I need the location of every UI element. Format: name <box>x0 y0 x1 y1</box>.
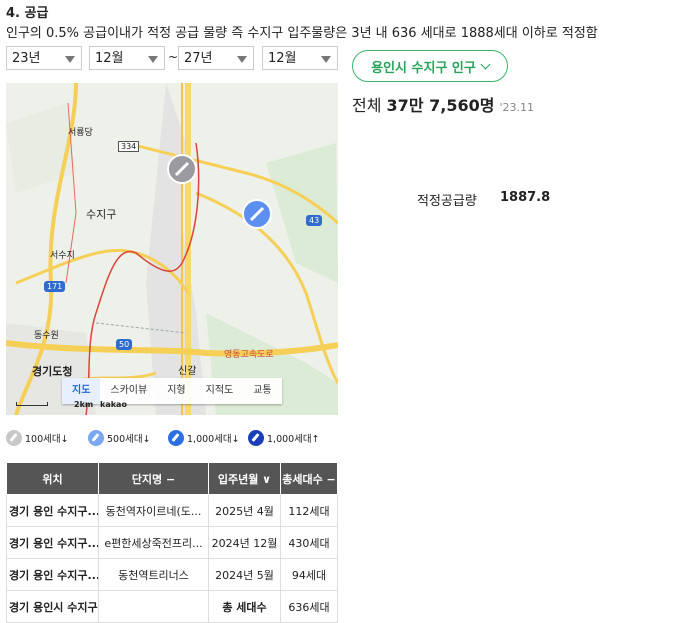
map-tab-cadastral[interactable]: 지적도 <box>196 378 244 404</box>
region-button-label: 용인시 수지구 인구 <box>371 60 476 76</box>
table-cell: 112세대 <box>280 494 338 527</box>
map-place-label: 서수지 <box>50 251 75 261</box>
chevron-down-icon <box>65 56 75 63</box>
population-summary: 전체 37만 7,560명 '23.11 <box>352 92 534 116</box>
end-month-value: 12월 <box>268 51 297 66</box>
table-cell: 총 세대수 <box>208 590 281 623</box>
map-place-label: 경기도청 <box>32 365 73 378</box>
range-separator: ~ <box>168 50 179 64</box>
pin-icon <box>6 430 22 446</box>
chevron-down-icon <box>237 56 247 63</box>
map-logo: kakao <box>100 400 127 409</box>
start-year-select[interactable]: 23년 <box>6 46 82 70</box>
table-cell: 94세대 <box>280 558 338 591</box>
legend-label: 1,000세대↑ <box>267 434 320 445</box>
map-place-label: 수지구 <box>86 208 117 221</box>
population-date: '23.11 <box>499 101 535 114</box>
supply-table: 위치 단지명 − 입주년월 ∨ 총세대수 − 경기 용인 수지구... 동천역자… <box>6 462 338 623</box>
table-cell: 경기 용인시 수지구 <box>6 590 99 623</box>
column-header-households[interactable]: 총세대수 − <box>280 462 338 495</box>
table-cell: 2025년 4월 <box>208 494 281 527</box>
map-place-label: 동수원 <box>34 331 59 341</box>
column-header-location[interactable]: 위치 <box>6 462 99 495</box>
population-prefix: 전체 <box>352 96 382 115</box>
map-scale-bar <box>16 402 48 406</box>
population-value: 37만 7,560명 <box>386 96 495 115</box>
end-month-select[interactable]: 12월 <box>262 46 338 70</box>
table-cell: 2024년 5월 <box>208 558 281 591</box>
pin-icon <box>168 430 184 446</box>
legend-label: 500세대↓ <box>107 434 151 445</box>
map-tab-traffic[interactable]: 교통 <box>243 378 281 404</box>
table-row[interactable]: 경기 용인 수지구... 동천역트리너스 2024년 5월 94세대 <box>6 558 338 591</box>
section-description: 인구의 0.5% 공급이내가 적정 공급 물량 즉 수지구 입주물량은 3년 내… <box>6 26 598 41</box>
start-month-value: 12월 <box>95 51 124 66</box>
table-cell: 경기 용인 수지구... <box>6 526 99 559</box>
chevron-down-icon <box>148 56 158 63</box>
map-scale-label: 2km <box>74 400 94 409</box>
region-population-button[interactable]: 용인시 수지구 인구 <box>352 50 508 82</box>
table-cell: 동천역자이르네(도... <box>98 494 209 527</box>
legend-label: 1,000세대↓ <box>187 434 240 445</box>
table-cell: 경기 용인 수지구... <box>6 494 99 527</box>
map-type-tabs: 지도 스카이뷰 지형 지적도 교통 <box>62 378 282 404</box>
table-cell: 동천역트리너스 <box>98 558 209 591</box>
legend-item: 500세대↓ <box>88 428 151 448</box>
pin-icon <box>248 430 264 446</box>
map-place-label: 신갈 <box>178 366 197 377</box>
route-shield: 171 <box>44 281 66 292</box>
table-cell: 경기 용인 수지구... <box>6 558 99 591</box>
route-shield: 50 <box>116 339 133 350</box>
map-view[interactable]: 서룡당 수지구 서수지 동수원 경기도청 신갈 영동고속도로 334 43 17… <box>6 83 338 415</box>
map-tab-terrain[interactable]: 지형 <box>157 378 195 404</box>
table-cell: e편한세상죽전프리... <box>98 526 209 559</box>
supply-value: 1887.8 <box>500 190 551 205</box>
pin-icon <box>88 430 104 446</box>
table-row[interactable]: 경기 용인 수지구... 동천역자이르네(도... 2025년 4월 112세대 <box>6 494 338 527</box>
end-year-select[interactable]: 27년 <box>178 46 254 70</box>
table-row[interactable]: 경기 용인 수지구... e편한세상죽전프리... 2024년 12월 430세… <box>6 526 338 559</box>
start-year-value: 23년 <box>12 51 41 66</box>
section-heading: 4. 공급 <box>6 6 49 21</box>
table-cell: 2024년 12월 <box>208 526 281 559</box>
table-total-row: 경기 용인시 수지구 총 세대수 636세대 <box>6 590 338 623</box>
column-header-move-in[interactable]: 입주년월 ∨ <box>208 462 281 495</box>
legend-item: 1,000세대↑ <box>248 428 320 448</box>
end-year-value: 27년 <box>184 51 213 66</box>
legend-label: 100세대↓ <box>25 434 69 445</box>
legend-item: 100세대↓ <box>6 428 69 448</box>
route-shield: 334 <box>118 141 140 152</box>
table-cell: 430세대 <box>280 526 338 559</box>
table-cell <box>98 590 209 623</box>
route-shield: 43 <box>306 215 323 226</box>
table-cell: 636세대 <box>280 590 338 623</box>
legend-item: 1,000세대↓ <box>168 428 240 448</box>
chevron-down-icon <box>480 59 491 69</box>
supply-label: 적정공급량 <box>417 194 477 209</box>
map-road-label: 영동고속도로 <box>224 350 274 360</box>
column-header-complex[interactable]: 단지명 − <box>98 462 209 495</box>
map-place-label: 서룡당 <box>68 128 93 138</box>
chevron-down-icon <box>321 56 331 63</box>
start-month-select[interactable]: 12월 <box>89 46 165 70</box>
